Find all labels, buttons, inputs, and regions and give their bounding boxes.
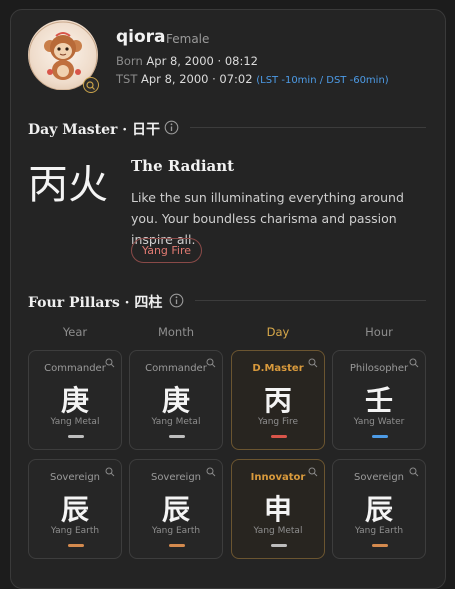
pillar-role: Sovereign (353, 472, 405, 483)
pillar-char: 申 (263, 493, 292, 526)
pillar-char: 庚 (60, 384, 89, 417)
search-icon (86, 81, 95, 90)
pillar-stem-year[interactable]: Commander 庚 Yang Metal (28, 350, 122, 450)
element-bar (169, 435, 185, 438)
profile-gender: Female (166, 32, 210, 46)
element-tag[interactable]: Yang Fire (131, 238, 203, 263)
pillar-stem-hour[interactable]: Philosopher 壬 Yang Water (332, 350, 426, 450)
pillar-stem-month[interactable]: Commander 庚 Yang Metal (129, 350, 223, 450)
tst-note: (LST -10min / DST -60min) (256, 75, 389, 86)
pillar-branch-hour[interactable]: Sovereign 辰 Yang Earth (332, 459, 426, 559)
four-pillars-heading: Four Pillars · 四柱 (28, 295, 163, 311)
pillar-branch-month[interactable]: Sovereign 辰 Yang Earth (129, 459, 223, 559)
day-master-title: The Radiant (131, 157, 235, 175)
pillar-role: Commander (145, 363, 207, 374)
pillar-char: 辰 (364, 493, 393, 526)
pillar-element: Yang Water (353, 417, 405, 427)
pillar-role: Commander (44, 363, 106, 374)
element-bar (68, 435, 84, 438)
avatar-search-badge[interactable] (83, 77, 99, 93)
tst-value: Apr 8, 2000 · 07:02 (141, 72, 253, 86)
pillar-char: 辰 (161, 493, 190, 526)
pillar-element: Yang Fire (257, 417, 299, 427)
divider (190, 127, 426, 128)
element-bar (372, 544, 388, 547)
day-master-chars: 丙火 (28, 162, 108, 208)
column-month: Month (157, 325, 195, 339)
pillar-element: Yang Metal (253, 526, 303, 536)
pillar-role: Innovator (250, 472, 306, 483)
column-year: Year (62, 325, 88, 339)
element-bar (271, 435, 287, 438)
pillar-char: 丙 (263, 384, 292, 417)
element-bar (169, 544, 185, 547)
pillar-char: 庚 (161, 384, 190, 417)
column-day: Day (266, 325, 290, 339)
pillar-element: Yang Metal (50, 417, 100, 427)
born-row: Born Apr 8, 2000 · 08:12 (116, 54, 258, 68)
pillar-char: 壬 (364, 384, 393, 417)
info-icon[interactable] (169, 293, 184, 308)
pillar-stem-day[interactable]: D.Master 丙 Yang Fire (231, 350, 325, 450)
divider (195, 300, 426, 301)
day-master-heading: Day Master · 日干 (28, 122, 161, 138)
pillar-branch-day[interactable]: Innovator 申 Yang Metal (231, 459, 325, 559)
born-label: Born (116, 54, 143, 68)
tst-row: TST Apr 8, 2000 · 07:02 (LST -10min / DS… (116, 72, 389, 86)
born-value: Apr 8, 2000 · 08:12 (146, 54, 258, 68)
column-hour: Hour (365, 325, 393, 339)
pillar-element: Yang Earth (354, 526, 404, 536)
element-bar (372, 435, 388, 438)
profile-name: qiora (116, 27, 166, 47)
pillar-branch-year[interactable]: Sovereign 辰 Yang Earth (28, 459, 122, 559)
pillar-role: Sovereign (49, 472, 101, 483)
element-bar (271, 544, 287, 547)
pillar-role: Philosopher (349, 363, 409, 374)
pillar-element: Yang Metal (151, 417, 201, 427)
element-bar (68, 544, 84, 547)
pillar-element: Yang Earth (151, 526, 201, 536)
tst-label: TST (116, 72, 138, 86)
pillar-element: Yang Earth (50, 526, 100, 536)
pillar-role: Sovereign (150, 472, 202, 483)
pillar-role: D.Master (252, 363, 304, 374)
pillar-char: 辰 (60, 493, 89, 526)
info-icon[interactable] (164, 120, 179, 135)
